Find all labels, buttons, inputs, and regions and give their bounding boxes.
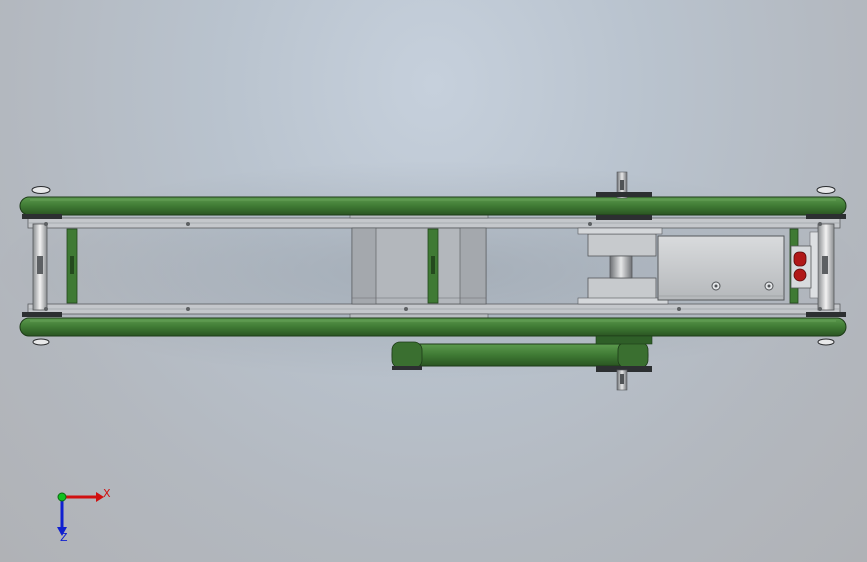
right-roller	[809, 223, 835, 311]
graphics-viewport[interactable]: X Z	[0, 0, 867, 562]
bottom-belt	[19, 317, 847, 337]
left-roller	[32, 223, 48, 311]
sensor	[790, 245, 812, 289]
y-axis-dot	[57, 492, 67, 502]
coordinate-triad[interactable]: X Z	[57, 487, 111, 544]
z-axis-label: Z	[60, 531, 68, 544]
conveyor-assembly-model[interactable]: X Z	[0, 0, 867, 562]
top-belt	[19, 196, 847, 216]
x-axis-label: X	[103, 487, 111, 500]
center-bracket	[349, 211, 489, 321]
motor	[657, 235, 785, 301]
